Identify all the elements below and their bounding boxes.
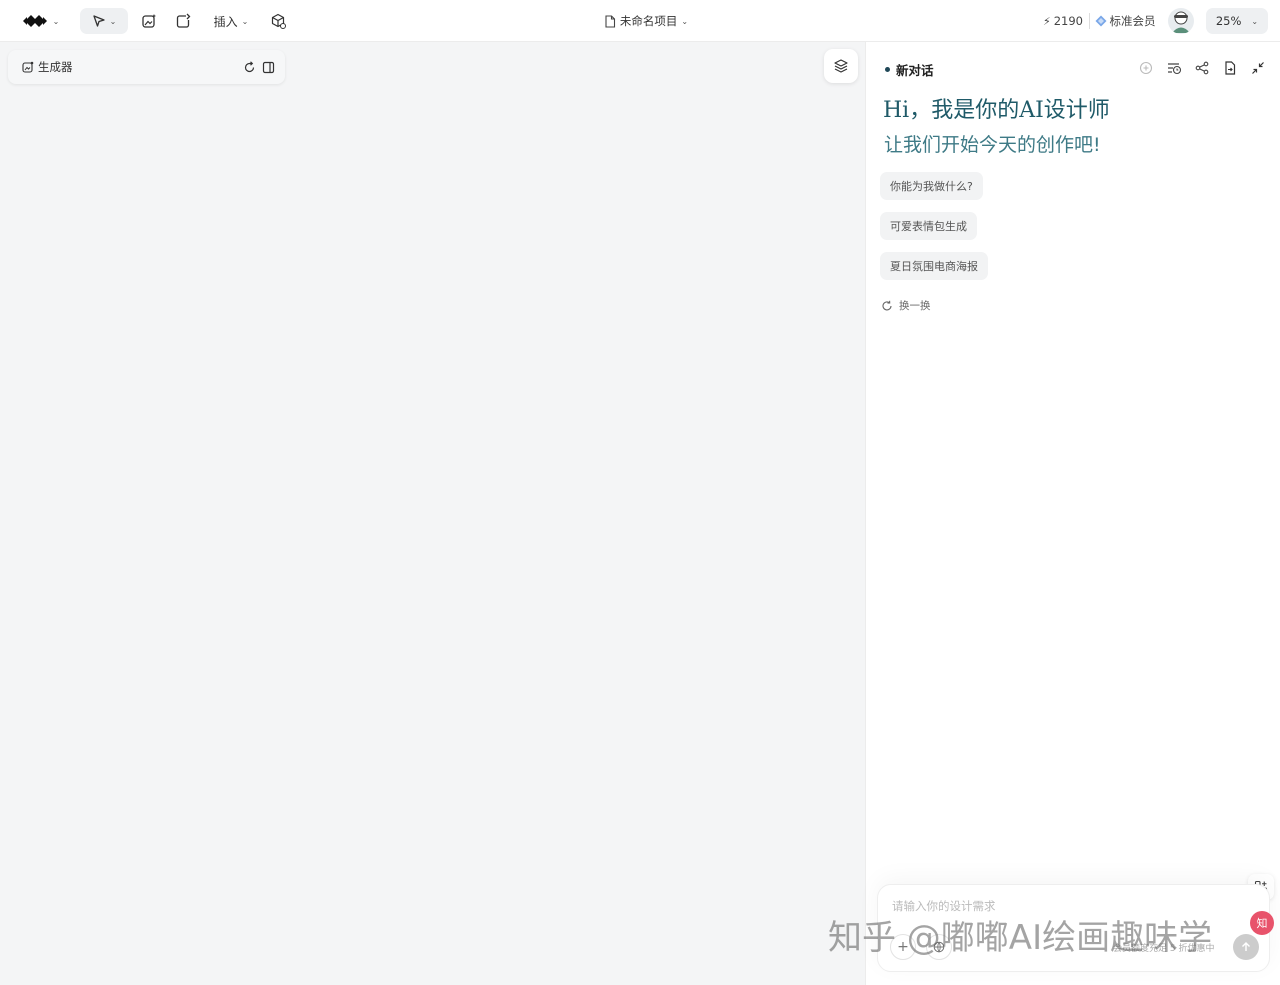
lightning-icon: ⚡	[1042, 14, 1051, 28]
select-tool-button[interactable]: ⌄	[80, 8, 128, 34]
suggestion-chip[interactable]: 可爱表情包生成	[880, 212, 977, 240]
image-generate-button[interactable]	[136, 8, 162, 34]
chat-header: 新对话	[885, 60, 934, 79]
cursor-icon	[92, 15, 105, 27]
frame-rotate-icon	[176, 13, 191, 28]
chat-composer: + 会员额度充足 5 折优惠中	[877, 884, 1270, 972]
plus-circle-icon	[1139, 61, 1153, 75]
status-dot	[885, 67, 890, 72]
generator-label: 生成器	[38, 60, 73, 74]
collapse-panel-button[interactable]	[1248, 58, 1268, 78]
chevron-down-icon: ⌄	[1251, 16, 1259, 26]
image-edit-icon	[22, 61, 34, 73]
history-button[interactable]	[243, 60, 256, 74]
top-toolbar: ⌄ ⌄ 插入 ⌄ 未命名项目 ⌄ ⚡ 2190 标准会员 25% ⌄	[0, 0, 1280, 42]
chat-title: 新对话	[896, 63, 934, 78]
suggestion-chip[interactable]: 夏日氛围电商海报	[880, 252, 988, 280]
credits-value: 2190	[1053, 14, 1083, 28]
user-avatar[interactable]	[1168, 8, 1194, 34]
zhihu-badge-icon: 知	[1250, 911, 1274, 935]
collapse-icon	[1252, 62, 1264, 74]
arrow-up-icon	[1242, 942, 1250, 951]
layers-button[interactable]	[824, 49, 858, 83]
refresh-label: 换一换	[899, 300, 931, 312]
insert-menu-button[interactable]: 插入 ⌄	[210, 8, 252, 34]
greeting-subheading: 让我们开始今天的创作吧!	[884, 134, 1101, 156]
export-button[interactable]	[1220, 58, 1240, 78]
chevron-down-icon: ⌄	[681, 16, 689, 26]
app-logo-menu[interactable]: ⌄	[18, 8, 62, 34]
web-search-button[interactable]	[926, 934, 952, 960]
history-list-icon	[1167, 63, 1181, 75]
cube-plus-icon	[271, 13, 286, 29]
insert-label: 插入	[213, 14, 238, 29]
project-name: 未命名项目	[619, 14, 678, 28]
file-icon	[605, 14, 615, 28]
diamond-icon	[1095, 15, 1106, 27]
generator-panel[interactable]: 生成器	[8, 50, 285, 84]
rotate-frame-button[interactable]	[170, 8, 196, 34]
refresh-suggestions-button[interactable]: 换一换	[881, 298, 931, 313]
attach-button[interactable]: +	[890, 934, 916, 960]
3d-object-button[interactable]	[265, 8, 291, 34]
send-button[interactable]	[1233, 934, 1259, 960]
image-sparkle-icon	[142, 14, 156, 28]
membership-label: 标准会员	[1109, 14, 1156, 28]
globe-icon	[933, 941, 945, 953]
chat-header-actions	[1136, 58, 1268, 78]
new-chat-button[interactable]	[1136, 58, 1156, 78]
sidebar-toggle-icon	[262, 61, 275, 73]
history-button[interactable]	[1164, 58, 1184, 78]
divider	[1089, 13, 1090, 29]
greeting-heading: Hi，我是你的AI设计师	[883, 98, 1110, 123]
refresh-icon	[244, 60, 255, 72]
prompt-input[interactable]	[892, 899, 1232, 913]
ai-chat-panel: 新对话 Hi，我是你的AI设计师 让我们开始今天的创作吧! 你能为我做什么? 可…	[867, 42, 1280, 985]
credits-counter[interactable]: ⚡ 2190	[1040, 8, 1086, 34]
membership-badge[interactable]: 标准会员	[1094, 8, 1156, 34]
design-canvas[interactable]: 生成器	[0, 42, 866, 985]
file-export-icon	[1225, 61, 1236, 75]
zoom-dropdown[interactable]: 25% ⌄	[1206, 8, 1268, 34]
plus-icon: +	[897, 939, 909, 955]
refresh-icon	[882, 300, 892, 310]
layers-icon	[834, 59, 848, 73]
chevron-down-icon: ⌄	[109, 16, 117, 26]
logo-icon	[22, 15, 47, 27]
share-button[interactable]	[1192, 58, 1212, 78]
avatar-icon	[1172, 11, 1190, 33]
input-hint: 会员额度充足 5 折优惠中	[1113, 944, 1215, 954]
chevron-down-icon: ⌄	[241, 16, 249, 26]
zoom-value: 25%	[1215, 14, 1242, 28]
share-icon	[1195, 61, 1209, 75]
suggestion-chip[interactable]: 你能为我做什么?	[880, 172, 983, 200]
project-name-dropdown[interactable]: 未命名项目 ⌄	[600, 8, 692, 34]
toggle-panel-button[interactable]	[262, 61, 275, 74]
chevron-down-icon: ⌄	[52, 16, 60, 26]
